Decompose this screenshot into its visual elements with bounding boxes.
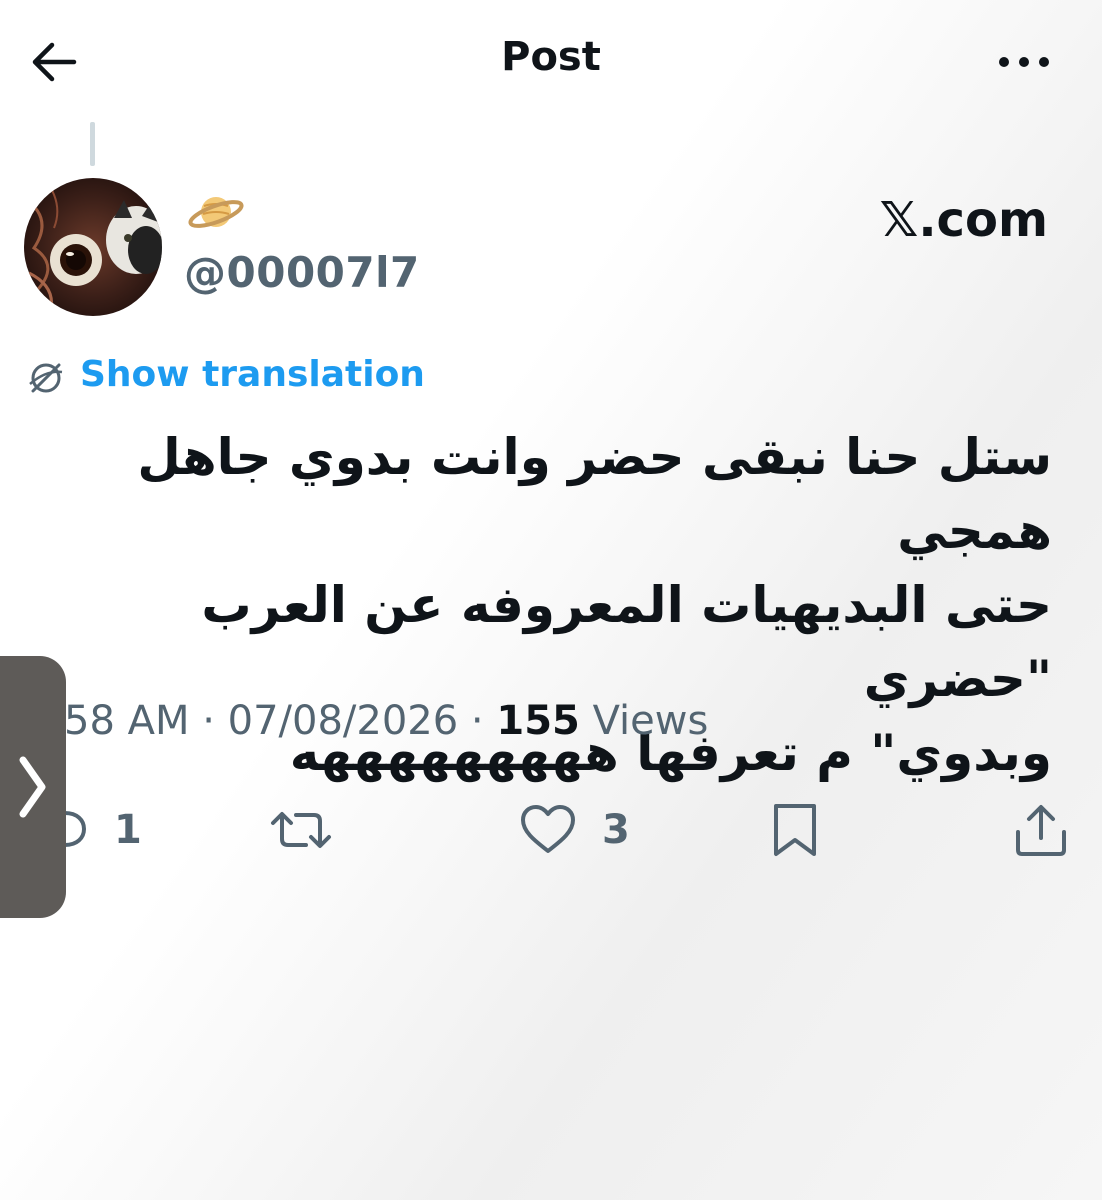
share-icon	[1014, 802, 1068, 858]
meta-separator: ·	[189, 698, 228, 744]
post-text-line: حتى البديهيات المعروفه عن العرب "حضري	[201, 576, 1052, 708]
page-title: Post	[501, 34, 601, 80]
reply-count: 1	[114, 807, 142, 853]
post-metadata: 58 AM · 07/08/2026 · 155 Views	[64, 698, 708, 744]
thread-connector-line	[90, 122, 95, 166]
post-date: 07/08/2026	[227, 698, 459, 744]
like-count: 3	[602, 807, 630, 853]
post-actions-bar: 1 3	[0, 780, 1102, 880]
share-button[interactable]	[1014, 780, 1068, 880]
side-panel-handle[interactable]	[0, 656, 66, 918]
x-com-watermark: 𝕏.com	[879, 192, 1048, 248]
avatar[interactable]	[24, 178, 162, 316]
like-button[interactable]: 3	[518, 780, 630, 880]
bookmark-icon	[770, 802, 820, 858]
views-count[interactable]: 155	[496, 698, 580, 744]
chevron-right-icon	[14, 754, 50, 820]
show-translation-link[interactable]: Show translation	[80, 354, 425, 395]
author-handle[interactable]: @00007l7	[184, 248, 420, 297]
post-text-line: ستل حنا نبقى حضر وانت بدوي جاهل همجي	[137, 428, 1052, 560]
post-time: 58 AM	[64, 698, 190, 744]
saturn-planet-emoji-icon	[186, 182, 246, 242]
repost-icon	[268, 805, 334, 855]
heart-icon	[518, 803, 578, 857]
views-label: Views	[579, 698, 709, 744]
meta-separator: ·	[458, 698, 497, 744]
bookmark-button[interactable]	[770, 780, 820, 880]
top-bar: Post	[0, 0, 1102, 120]
more-options-icon[interactable]	[992, 40, 1056, 84]
repost-button[interactable]	[268, 780, 334, 880]
globe-translate-icon	[26, 360, 66, 396]
